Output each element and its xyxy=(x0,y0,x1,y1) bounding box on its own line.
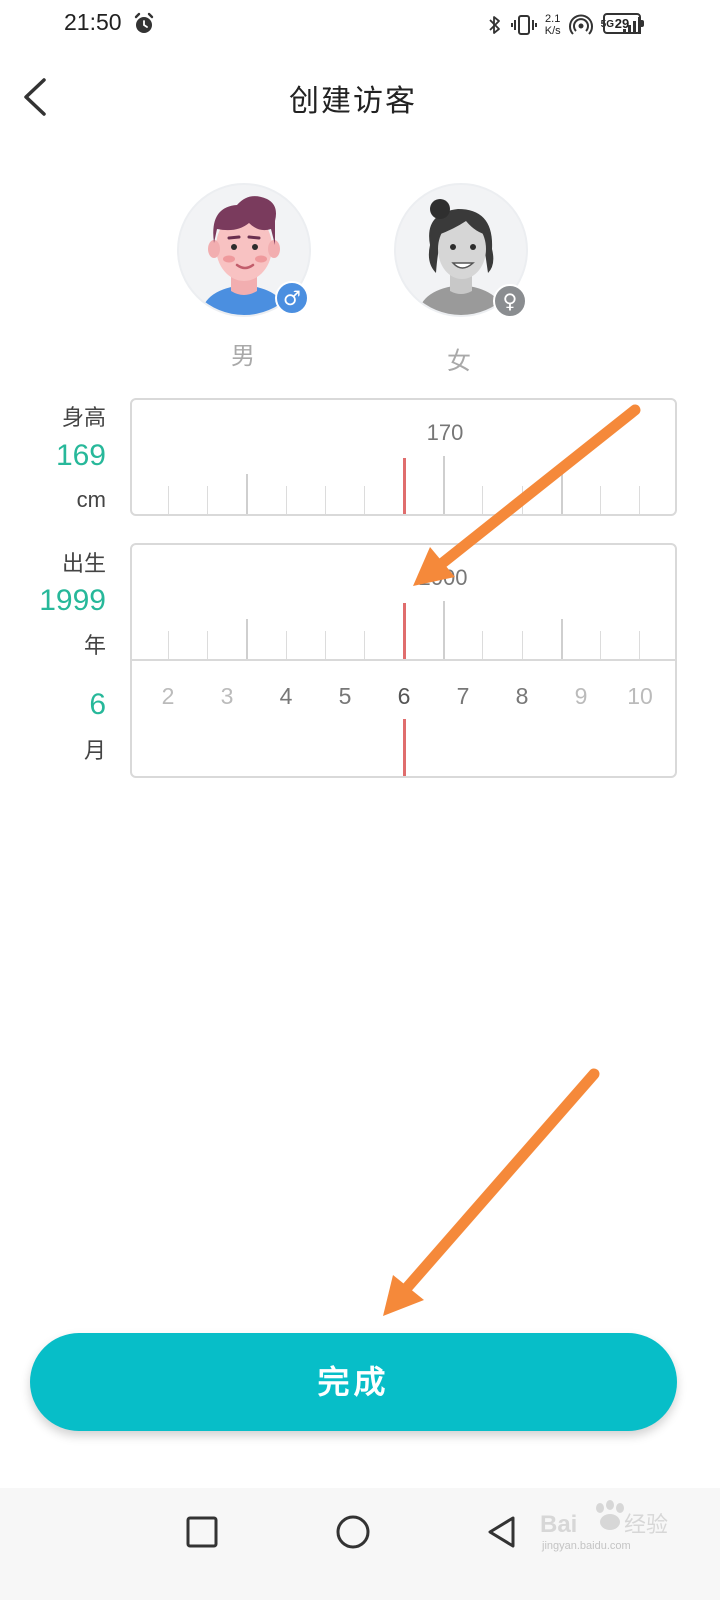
birth-month-value: 6 xyxy=(89,688,106,721)
svg-text:经验: 经验 xyxy=(624,1513,668,1538)
female-label[interactable]: 女 xyxy=(447,341,471,376)
alarm-icon xyxy=(134,12,154,33)
ruler-tick xyxy=(482,486,483,514)
month-scale-label[interactable]: 5 xyxy=(339,683,352,710)
birth-label: 出生 xyxy=(61,552,106,577)
ruler-tick xyxy=(600,631,601,659)
recents-square-icon[interactable] xyxy=(180,1510,224,1554)
ruler-tick xyxy=(364,486,365,514)
hotspot-icon xyxy=(568,14,593,35)
male-symbol-icon: ♂ xyxy=(275,281,309,315)
ruler-tick xyxy=(286,486,287,514)
month-scale-label[interactable]: 7 xyxy=(457,683,470,710)
ruler-tick xyxy=(443,456,445,514)
vibrate-icon xyxy=(510,15,537,35)
year-ruler-scale[interactable]: 2000 xyxy=(132,545,675,659)
year-ruler-label: 2000 xyxy=(418,565,468,590)
height-indicator xyxy=(403,458,406,514)
ruler-tick xyxy=(482,631,483,659)
home-circle-icon[interactable] xyxy=(331,1510,375,1554)
height-ruler[interactable]: 170 xyxy=(130,398,677,516)
ruler-tick xyxy=(168,631,169,659)
ruler-tick xyxy=(325,631,326,659)
ruler-tick xyxy=(246,619,248,659)
watermark-url: jingyan.baidu.com xyxy=(542,1540,631,1552)
month-scale-label[interactable]: 6 xyxy=(398,683,411,710)
birth-year-unit: 年 xyxy=(83,634,106,659)
status-time: 21:50 xyxy=(64,9,122,35)
month-ruler-scale[interactable]: 2 3 4 5 6 7 8 9 10 xyxy=(132,661,675,776)
ruler-tick xyxy=(207,631,208,659)
annotation-arrow-icon xyxy=(383,1068,600,1316)
ruler-tick xyxy=(639,486,640,514)
female-symbol-icon: ♀ xyxy=(493,284,527,318)
height-label: 身高 xyxy=(61,406,106,431)
ruler-tick xyxy=(561,474,563,514)
year-indicator xyxy=(403,603,406,659)
height-ruler-label: 170 xyxy=(426,420,464,445)
ruler-tick xyxy=(364,631,365,659)
svg-text:Bai: Bai xyxy=(540,1511,577,1538)
month-scale-label[interactable]: 10 xyxy=(627,683,653,710)
birth-ruler[interactable]: 2000 2 3 4 5 6 7 8 9 10 xyxy=(130,543,677,778)
birth-year-value: 1999 xyxy=(39,584,106,617)
month-scale-label[interactable]: 3 xyxy=(221,683,234,710)
back-triangle-icon[interactable] xyxy=(480,1510,524,1554)
month-scale-label[interactable]: 2 xyxy=(162,683,175,710)
month-indicator xyxy=(403,719,406,776)
ruler-tick xyxy=(325,486,326,514)
ruler-tick xyxy=(207,486,208,514)
height-ruler-scale[interactable]: 170 xyxy=(132,400,675,514)
ruler-tick xyxy=(443,601,445,659)
height-value: 169 xyxy=(55,439,106,472)
page-title: 创建访客 xyxy=(289,84,417,119)
complete-button[interactable]: 完成 xyxy=(30,1333,677,1431)
height-unit: cm xyxy=(76,487,106,512)
ruler-tick xyxy=(246,474,248,514)
ruler-tick xyxy=(639,631,640,659)
ruler-tick xyxy=(600,486,601,514)
ruler-tick xyxy=(522,631,523,659)
bluetooth-icon xyxy=(489,16,500,34)
male-label[interactable]: 男 xyxy=(231,336,255,371)
month-scale-label[interactable]: 9 xyxy=(575,683,588,710)
birth-month-unit: 月 xyxy=(83,739,106,764)
network-speed: 2.1 K/s xyxy=(544,13,561,37)
ruler-tick xyxy=(286,631,287,659)
month-scale-label[interactable]: 8 xyxy=(516,683,529,710)
status-bar: 21:50 2.1 K/s 5G 29 xyxy=(0,0,720,50)
month-scale-label[interactable]: 4 xyxy=(280,683,293,710)
ruler-tick xyxy=(168,486,169,514)
ruler-tick xyxy=(522,486,523,514)
battery-icon: 29 xyxy=(603,13,644,34)
ruler-tick xyxy=(561,619,563,659)
